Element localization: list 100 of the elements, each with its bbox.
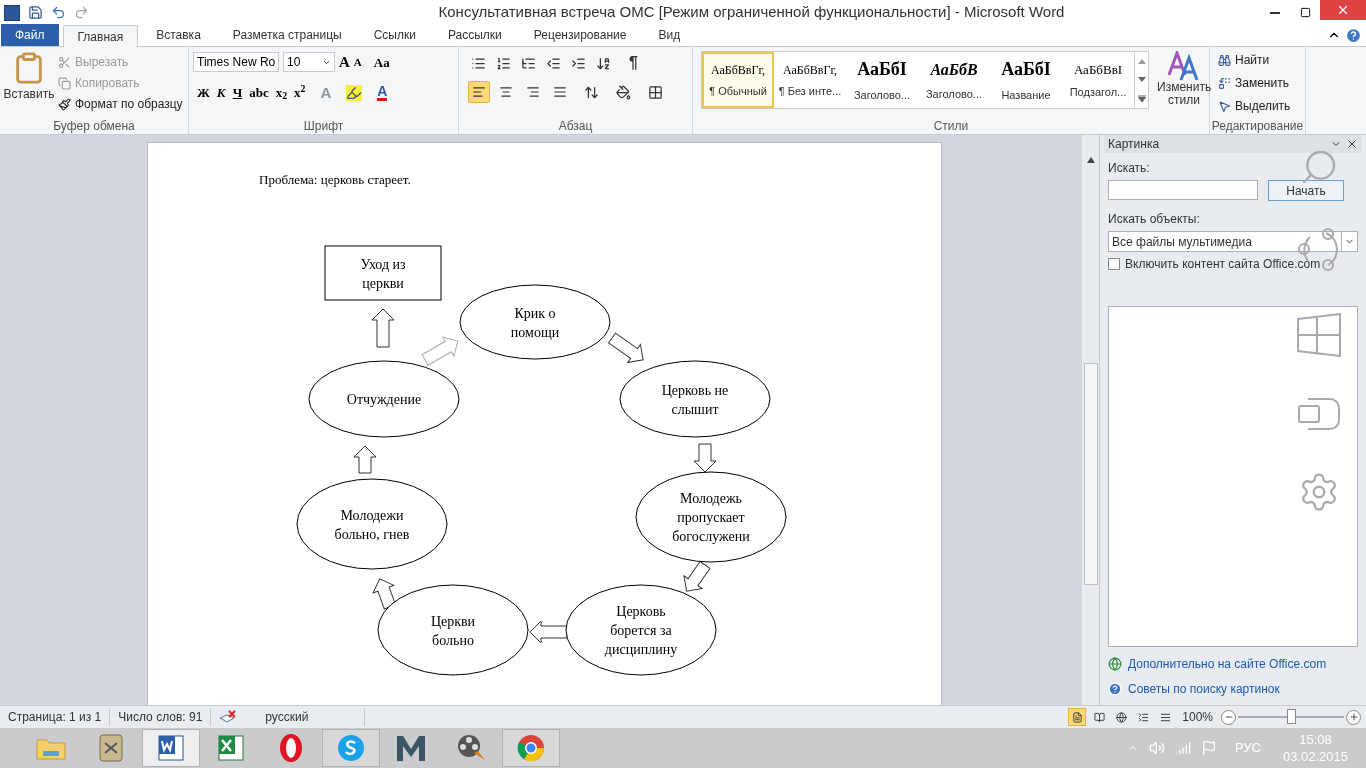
font-size-field[interactable]: 10 (283, 52, 335, 73)
format-button[interactable]: К (216, 83, 226, 103)
book-icon (1093, 711, 1105, 723)
vertical-scrollbar[interactable] (1082, 135, 1100, 705)
pane-link[interactable]: Дополнительно на сайте Office.com (1108, 655, 1358, 673)
editing-command[interactable]: Заменить (1218, 74, 1301, 92)
taskbar-button[interactable] (502, 729, 560, 767)
close-icon (1336, 3, 1350, 17)
bullets-icon[interactable] (471, 55, 486, 71)
ribbon-tab[interactable]: Ссылки (359, 24, 430, 46)
opera-icon (278, 733, 304, 763)
editing-command[interactable]: Найти (1218, 51, 1301, 69)
view-button[interactable] (1068, 708, 1087, 726)
shrink-font-button[interactable]: A (353, 54, 362, 71)
format-button[interactable]: Ж (197, 83, 210, 103)
folder-icon (36, 736, 66, 760)
block-arrow (421, 336, 459, 366)
objects-dropdown[interactable]: Все файлы мультимедиа (1108, 231, 1358, 252)
show-marks-button[interactable]: ¶ (629, 51, 638, 75)
increase-indent-icon[interactable] (571, 55, 586, 71)
chrome-icon (516, 733, 546, 763)
justify-icon (553, 85, 567, 99)
clipboard-command[interactable]: Формат по образцу (58, 95, 183, 113)
ribbon-tab[interactable]: Вставка (142, 24, 215, 46)
flowchart-ellipse: Церкви больно (377, 584, 529, 676)
format-button[interactable]: abc (249, 83, 269, 103)
skype-icon (336, 733, 366, 763)
proofing-icon[interactable] (219, 710, 238, 724)
document-text: Проблема: церковь стареет. (259, 171, 411, 189)
highlighter-icon[interactable] (346, 84, 363, 101)
group-label: Буфер обмена (52, 118, 136, 134)
change-case-button[interactable]: Aa (373, 52, 390, 72)
save-icon[interactable] (28, 5, 43, 20)
editing-command[interactable]: Выделить (1218, 97, 1301, 115)
grow-font-button[interactable]: A (339, 51, 350, 74)
flowchart-ellipse: Отчуждение (308, 360, 460, 438)
flowchart-ellipse: Церковь борется за дисциплину (565, 584, 717, 676)
line-spacing-icon[interactable] (584, 84, 599, 100)
block-arrow (372, 578, 397, 610)
checkbox[interactable] (1108, 258, 1120, 270)
block-arrow (529, 620, 568, 644)
field-label: Искать: (1108, 160, 1151, 177)
search-field[interactable] (1108, 180, 1258, 200)
format-button[interactable]: x$_{2}$ (275, 83, 288, 103)
taskbar-button[interactable] (142, 729, 200, 767)
paste-button[interactable]: Вставить (4, 51, 54, 113)
shading-icon[interactable] (616, 84, 631, 100)
film-reel-icon (456, 733, 486, 763)
minimize-icon (1270, 11, 1280, 14)
scroll-down-icon[interactable] (1137, 76, 1146, 82)
pointer-icon (1218, 99, 1231, 113)
excel-app-icon (216, 733, 246, 763)
file-tab[interactable]: Файл (1, 24, 59, 46)
web-page-icon (1115, 711, 1127, 723)
format-button[interactable]: x$^{2}$ (294, 83, 306, 103)
copy-icon (58, 76, 71, 90)
ribbon-tab[interactable]: Рецензирование (519, 24, 641, 46)
checkbox-label: Включить контент сайта Office.com (1125, 256, 1321, 273)
decrease-indent-icon[interactable] (546, 55, 561, 71)
ribbon-tab[interactable]: Рассылки (433, 24, 516, 46)
more-styles-icon[interactable] (1137, 94, 1146, 102)
font-color-button[interactable]: A (377, 84, 388, 102)
pane-link[interactable]: Советы по поиску картинок (1108, 680, 1358, 698)
flowchart-box: Уход из церкви (324, 245, 442, 301)
group-label: Шрифт (302, 118, 345, 134)
close-icon[interactable] (1346, 138, 1358, 150)
numbering-icon[interactable] (496, 55, 511, 71)
flowchart-ellipse: Молодежи больно, гнев (296, 478, 448, 570)
sort-icon[interactable] (596, 55, 611, 71)
paintbrush-icon (58, 97, 71, 111)
go-button[interactable]: Начать (1268, 180, 1344, 201)
plus-icon (1348, 712, 1359, 722)
group-label: Абзац (557, 118, 594, 134)
align-right-icon (526, 85, 540, 99)
ribbon-tab[interactable]: Вид (644, 24, 695, 46)
zoom-level: 100% (1182, 709, 1213, 726)
status-text: Страница: 1 из 1 (0, 708, 111, 726)
taskbar-button[interactable] (322, 729, 380, 767)
lines-icon (1159, 711, 1171, 723)
help-icon[interactable] (1345, 27, 1362, 44)
zoom-out-button[interactable] (1221, 709, 1236, 725)
zoom-in-button[interactable] (1346, 709, 1361, 725)
binoculars-icon (1218, 53, 1231, 67)
styles-scrollbar[interactable] (1134, 52, 1148, 108)
borders-icon[interactable] (648, 84, 663, 100)
ribbon-tab[interactable]: Главная (62, 25, 139, 47)
status-text: Число слов: 91 (110, 708, 212, 726)
scroll-up-icon[interactable] (1086, 157, 1095, 163)
align-button[interactable] (468, 81, 490, 103)
style-swatch[interactable]: АаБбВвГг, ¶ Обычный (702, 52, 774, 108)
globe-icon (1108, 657, 1122, 671)
ribbon-tab[interactable]: Разметка страницы (218, 24, 356, 46)
undo-icon[interactable] (51, 5, 66, 20)
zoom-slider-thumb[interactable] (1287, 709, 1296, 724)
align-center-icon (499, 85, 513, 99)
change-styles-button[interactable]: Изменить стили (1157, 51, 1212, 107)
format-button[interactable]: Ч (232, 83, 243, 103)
multilevel-list-icon[interactable] (521, 55, 536, 71)
language-status[interactable]: русский (245, 708, 366, 726)
font-name-field[interactable]: Times New Ro (193, 52, 279, 73)
